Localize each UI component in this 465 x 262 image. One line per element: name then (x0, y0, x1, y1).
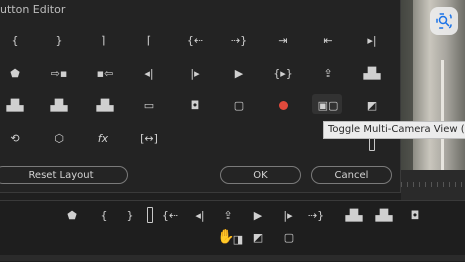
toggle-proxies-icon[interactable]: ◩ (360, 95, 384, 115)
step-back-icon[interactable]: ◂| (137, 63, 161, 83)
mark-out-brace-icon[interactable]: } (47, 30, 71, 50)
fx-icon[interactable]: fx (91, 128, 115, 148)
camera-icon[interactable]: ◘ (183, 95, 207, 115)
step-forward-icon[interactable]: |▸ (276, 205, 300, 225)
add-marker-icon[interactable]: ⬟ (3, 63, 27, 83)
lift-icon[interactable]: ⇨▪ (47, 63, 71, 83)
step-forward-icon[interactable]: |▸ (183, 63, 207, 83)
lens-icon (436, 13, 452, 29)
transport-bar: ⬟ { } {⇠ ◂| ⇪ ▶ |▸ ⇢} ▟▙ ▟▙ ◘ ✋ ◨ ◩ ▢ (0, 200, 465, 262)
export-frame-icon[interactable]: ⇪ (316, 63, 340, 83)
record-icon[interactable] (271, 95, 295, 115)
play-icon[interactable]: ▶ (246, 205, 270, 225)
loop-icon[interactable]: ⟲ (3, 128, 27, 148)
go-to-previous-edit-icon[interactable]: ⇤ (316, 30, 340, 50)
insert-icon[interactable]: ▟▙ (360, 63, 384, 83)
vr-video-icon[interactable]: ⬡ (47, 128, 71, 148)
camera-icon[interactable]: ◘ (403, 205, 427, 225)
mark-in-brace-icon[interactable]: { (3, 30, 27, 50)
camera-stack-icon[interactable]: ▟▙ (3, 95, 27, 115)
reset-layout-button[interactable]: Reset Layout (0, 166, 128, 184)
go-to-out-icon[interactable]: ⇢} (304, 205, 328, 225)
add-marker-icon[interactable]: ⬟ (60, 205, 84, 225)
play-icon[interactable]: ▶ (227, 63, 251, 83)
step-to-out-edge-icon[interactable]: ⇥ (271, 30, 295, 50)
step-back-icon[interactable]: ◂| (188, 205, 212, 225)
overwrite-icon[interactable]: ▟▙ (47, 95, 71, 115)
horizontal-scrollbar[interactable] (0, 255, 465, 261)
go-to-in-icon[interactable]: {⇠ (158, 205, 182, 225)
go-to-out-icon[interactable]: ⇢} (227, 30, 251, 50)
dialog-title: utton Editor (0, 3, 66, 16)
ok-button[interactable]: OK (220, 166, 301, 184)
go-to-in-icon[interactable]: {⇠ (183, 30, 207, 50)
extract-icon[interactable]: ▪⇦ (93, 63, 117, 83)
cancel-button[interactable]: Cancel (311, 166, 392, 184)
toggle-proxies-icon[interactable]: ◩ (246, 227, 270, 247)
comment-icon[interactable]: ▢ (277, 227, 301, 247)
mark-clip-bracket-icon[interactable]: ⌉ (91, 30, 115, 50)
video-detail (441, 60, 444, 170)
multi-camera-icon[interactable]: ▣▢ (316, 95, 340, 115)
button-editor-dialog: utton Editor { } ⌉ ⌈ {⇠ ⇢} ⇥ ⇤ ▸| ⬟ ⇨▪ ▪… (0, 0, 401, 193)
tooltip: Toggle Multi-Camera View (Sh (323, 121, 465, 139)
overwrite-icon[interactable]: ▟▙ (372, 205, 396, 225)
go-to-next-edit-icon[interactable]: ▸| (360, 30, 384, 50)
comment-icon[interactable]: ▢ (227, 95, 251, 115)
fit-icon[interactable]: [↔] (137, 128, 161, 148)
play-in-to-out-icon[interactable]: {▸} (271, 63, 295, 83)
lens-search-button[interactable] (430, 7, 458, 35)
mark-in-icon[interactable]: { (92, 205, 116, 225)
timeline-ruler[interactable] (401, 170, 465, 200)
export-frame-icon[interactable]: ⇪ (216, 205, 240, 225)
go-to-in-bracket-icon[interactable]: ⌈ (137, 30, 161, 50)
replace-icon[interactable]: ▟▙ (93, 95, 117, 115)
timeline-ruler-area (401, 170, 465, 200)
safe-margins-icon[interactable]: ▭ (137, 95, 161, 115)
video-shadow (401, 0, 413, 170)
insert-icon[interactable]: ▟▙ (342, 205, 366, 225)
